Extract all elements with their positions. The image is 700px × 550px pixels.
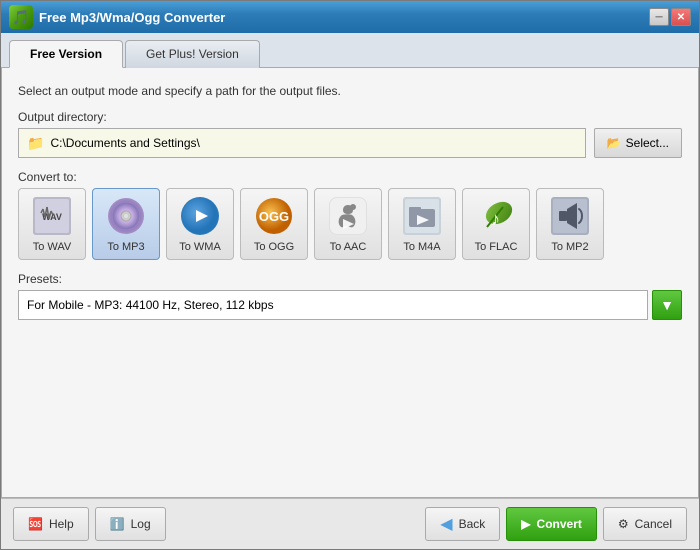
m4a-label: To M4A (403, 241, 440, 253)
back-button[interactable]: ◀ Back (425, 507, 500, 541)
folder-open-icon: 📂 (607, 136, 622, 150)
help-button[interactable]: 🆘 Help (13, 507, 89, 541)
title-bar: 🎵 Free Mp3/Wma/Ogg Converter ─ ✕ (1, 1, 699, 33)
aac-label: To AAC (330, 241, 367, 253)
tab-free-version[interactable]: Free Version (9, 40, 123, 68)
format-button-wav[interactable]: WAV To WAV (18, 188, 86, 260)
minimize-button[interactable]: ─ (649, 8, 669, 26)
help-icon: 🆘 (28, 517, 43, 531)
convert-label: Convert (537, 517, 582, 531)
svg-text:♪: ♪ (491, 209, 500, 229)
window-controls: ─ ✕ (649, 8, 691, 26)
aac-icon (327, 195, 369, 237)
format-button-m4a[interactable]: To M4A (388, 188, 456, 260)
m4a-icon (401, 195, 443, 237)
tab-bar: Free Version Get Plus! Version (1, 33, 699, 68)
presets-dropdown-button[interactable]: ▼ (652, 290, 682, 320)
wav-icon: WAV (31, 195, 73, 237)
mp2-label: To MP2 (551, 241, 588, 253)
presets-row: For Mobile - MP3: 44100 Hz, Stereo, 112 … (18, 290, 682, 320)
cancel-label: Cancel (635, 517, 672, 531)
svg-text:OGG: OGG (259, 209, 289, 224)
mp3-icon (105, 195, 147, 237)
tab-plus-version[interactable]: Get Plus! Version (125, 40, 260, 68)
help-label: Help (49, 517, 74, 531)
mp3-label: To MP3 (107, 241, 144, 253)
folder-icon: 📁 (27, 135, 44, 152)
convert-arrow-icon: ▶ (521, 517, 530, 531)
ogg-label: To OGG (254, 241, 294, 253)
window-title: Free Mp3/Wma/Ogg Converter (39, 10, 649, 25)
wma-icon (179, 195, 221, 237)
mp2-icon (549, 195, 591, 237)
cancel-icon: ⚙ (618, 517, 629, 531)
directory-value: C:\Documents and Settings\ (50, 136, 199, 150)
log-label: Log (131, 517, 151, 531)
dropdown-arrow-icon: ▼ (660, 297, 674, 313)
directory-row: 📁 C:\Documents and Settings\ 📂 Select... (18, 128, 682, 158)
format-button-aac[interactable]: To AAC (314, 188, 382, 260)
info-icon: ℹ️ (110, 517, 125, 531)
presets-section: Presets: For Mobile - MP3: 44100 Hz, Ste… (18, 272, 682, 320)
presets-label: Presets: (18, 272, 682, 286)
ogg-icon: OGG (253, 195, 295, 237)
format-button-flac[interactable]: ♪ To FLAC (462, 188, 530, 260)
convert-to-section: Convert to: WAV (18, 170, 682, 260)
format-buttons-row: WAV To WAV (18, 188, 682, 260)
format-button-mp2[interactable]: To MP2 (536, 188, 604, 260)
select-directory-button[interactable]: 📂 Select... (594, 128, 682, 158)
convert-to-label: Convert to: (18, 170, 682, 184)
flac-label: To FLAC (475, 241, 518, 253)
wav-label: To WAV (33, 241, 72, 253)
output-directory-label: Output directory: (18, 110, 682, 124)
main-window: 🎵 Free Mp3/Wma/Ogg Converter ─ ✕ Free Ve… (0, 0, 700, 550)
format-button-wma[interactable]: To WMA (166, 188, 234, 260)
app-icon: 🎵 (9, 5, 33, 29)
log-button[interactable]: ℹ️ Log (95, 507, 166, 541)
wma-label: To WMA (179, 241, 221, 253)
back-arrow-icon: ◀ (440, 514, 452, 534)
format-button-ogg[interactable]: OGG To OGG (240, 188, 308, 260)
bottom-bar: 🆘 Help ℹ️ Log ◀ Back ▶ Convert ⚙ Cancel (1, 498, 699, 549)
cancel-button[interactable]: ⚙ Cancel (603, 507, 687, 541)
instruction-text: Select an output mode and specify a path… (18, 84, 682, 98)
presets-value: For Mobile - MP3: 44100 Hz, Stereo, 112 … (27, 298, 274, 312)
presets-input[interactable]: For Mobile - MP3: 44100 Hz, Stereo, 112 … (18, 290, 648, 320)
close-button[interactable]: ✕ (671, 8, 691, 26)
back-label: Back (459, 517, 486, 531)
directory-input[interactable]: 📁 C:\Documents and Settings\ (18, 128, 586, 158)
convert-button[interactable]: ▶ Convert (506, 507, 597, 541)
select-btn-label: Select... (626, 136, 669, 150)
flac-icon: ♪ (475, 195, 517, 237)
content-area: Select an output mode and specify a path… (1, 68, 699, 498)
output-directory-section: Output directory: 📁 C:\Documents and Set… (18, 110, 682, 158)
format-button-mp3[interactable]: To MP3 (92, 188, 160, 260)
